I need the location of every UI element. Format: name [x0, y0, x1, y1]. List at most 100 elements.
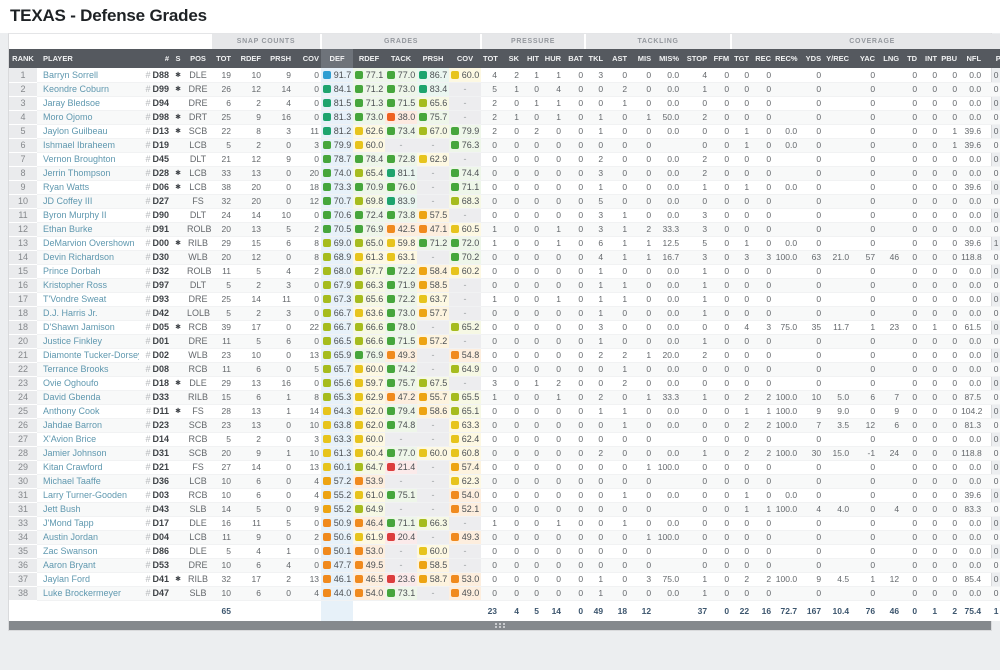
stat-cell: 0	[731, 558, 751, 572]
player-link[interactable]: Jett Bush	[43, 504, 81, 514]
col-header-nfl[interactable]: NFL	[959, 49, 983, 68]
player-link[interactable]: Aaron Bryant	[43, 560, 96, 570]
player-link[interactable]: Ishmael Ibraheem	[43, 140, 115, 150]
col-header-hur[interactable]: HUR	[541, 49, 563, 68]
player-link[interactable]: Jamier Johnson	[43, 448, 107, 458]
jersey-cell: #D32	[139, 264, 171, 278]
stat-cell: 0	[901, 516, 919, 530]
player-link[interactable]: Ovie Oghoufo	[43, 378, 99, 388]
player-link[interactable]: Moro Ojomo	[43, 112, 93, 122]
col-header-prsh[interactable]: PRSH	[417, 49, 449, 68]
stat-cell: 0	[799, 376, 823, 390]
totals-stat-cell: 75.4	[959, 600, 983, 621]
col-header-tot[interactable]: TOT	[211, 49, 233, 68]
horizontal-scrollbar[interactable]	[9, 621, 991, 630]
col-header-int[interactable]: INT	[919, 49, 939, 68]
player-link[interactable]: Jaylan Ford	[43, 574, 90, 584]
player-link[interactable]: Michael Taaffe	[43, 476, 101, 486]
player-link[interactable]: Larry Turner-Gooden	[43, 490, 127, 500]
col-header-rec[interactable]: REC	[751, 49, 773, 68]
stat-cell: 75.0	[653, 572, 681, 586]
player-link[interactable]: Vernon Broughton	[43, 154, 116, 164]
totals-grade-cell	[385, 600, 417, 621]
col-header-tot[interactable]: TOT	[481, 49, 499, 68]
col-header-lng[interactable]: LNG	[877, 49, 901, 68]
col-header-[interactable]: #	[139, 49, 171, 68]
player-link[interactable]: J'Mond Tapp	[43, 518, 94, 528]
player-link[interactable]: X'Avion Brice	[43, 434, 96, 444]
stat-cell: 1	[629, 250, 653, 264]
player-link[interactable]: D.J. Harris Jr.	[43, 308, 98, 318]
grade-value: 59.8	[398, 238, 416, 248]
player-link[interactable]: Jahdae Barron	[43, 420, 102, 430]
col-header-tgt[interactable]: TGT	[731, 49, 751, 68]
col-header-stop[interactable]: STOP	[681, 49, 709, 68]
player-link[interactable]: Anthony Cook	[43, 406, 100, 416]
col-header-yds[interactable]: YDS	[799, 49, 823, 68]
col-header-td[interactable]: TD	[901, 49, 919, 68]
player-link[interactable]: Justice Finkley	[43, 336, 102, 346]
player-link[interactable]: Diamonte Tucker-Dorsey	[43, 350, 139, 360]
player-link[interactable]: David Gbenda	[43, 392, 101, 402]
player-link[interactable]: Prince Dorbah	[43, 266, 101, 276]
col-header-mis[interactable]: MIS%	[653, 49, 681, 68]
col-header-hit[interactable]: HIT	[521, 49, 541, 68]
player-link[interactable]: DeMarvion Overshown	[43, 238, 135, 248]
col-header-rank[interactable]: RANK	[9, 49, 37, 68]
player-link[interactable]: Keondre Coburn	[43, 84, 109, 94]
col-header-pbu[interactable]: PBU	[939, 49, 959, 68]
player-link[interactable]: Barryn Sorrell	[43, 70, 98, 80]
player-link[interactable]: Jaray Bledsoe	[43, 98, 100, 108]
stat-cell: 0.0	[959, 460, 983, 474]
grade-value: 79.9	[462, 126, 480, 136]
stat-cell: 0	[901, 152, 919, 166]
player-link[interactable]: Byron Murphy II	[43, 210, 107, 220]
col-header-rec[interactable]: REC%	[773, 49, 799, 68]
col-header-rdef[interactable]: RDEF	[233, 49, 263, 68]
col-header-yac[interactable]: YAC	[851, 49, 877, 68]
col-header-cov[interactable]: COV	[449, 49, 481, 68]
col-header-pos[interactable]: POS	[185, 49, 211, 68]
stat-cell: 1	[481, 222, 499, 236]
grade-cell: 74.4	[449, 166, 481, 180]
col-header-mis[interactable]: MIS	[629, 49, 653, 68]
player-link[interactable]: Kristopher Ross	[43, 280, 107, 290]
player-link[interactable]: Luke Brockermeyer	[43, 588, 121, 598]
col-header-tkl[interactable]: TKL	[585, 49, 605, 68]
col-header-rdef[interactable]: RDEF	[353, 49, 385, 68]
grade-value: 67.5	[430, 378, 448, 388]
col-header-tack[interactable]: TACK	[385, 49, 417, 68]
player-link[interactable]: JD Coffey III	[43, 196, 92, 206]
player-link[interactable]: Terrance Brooks	[43, 364, 109, 374]
scrollbar-grip-icon[interactable]	[495, 623, 505, 628]
col-header-sk[interactable]: SK	[499, 49, 521, 68]
player-link[interactable]: Jaylon Guilbeau	[43, 126, 108, 136]
col-header-ast[interactable]: AST	[605, 49, 629, 68]
col-header-cov[interactable]: COV	[293, 49, 321, 68]
player-link[interactable]: Ryan Watts	[43, 182, 89, 192]
col-header-yrec[interactable]: Y/REC	[823, 49, 851, 68]
snap-count-cell: 5	[263, 222, 293, 236]
col-header-ffm[interactable]: FFM	[709, 49, 731, 68]
snap-count-cell: 17	[233, 572, 263, 586]
col-header-def[interactable]: DEF	[321, 49, 353, 68]
col-header-bat[interactable]: BAT	[563, 49, 585, 68]
player-link[interactable]: D'Shawn Jamison	[43, 322, 115, 332]
player-link[interactable]: Ethan Burke	[43, 224, 93, 234]
stat-cell: 0	[563, 278, 585, 292]
col-header-prsh[interactable]: PRSH	[263, 49, 293, 68]
stat-cell: 0	[541, 194, 563, 208]
col-header-player[interactable]: PLAYER	[37, 49, 139, 68]
jersey-cell: #D97	[139, 278, 171, 292]
player-link[interactable]: Zac Swanson	[43, 546, 98, 556]
stat-cell: 0 (0)	[983, 264, 1000, 278]
col-header-s[interactable]: S	[171, 49, 185, 68]
player-link[interactable]: Jerrin Thompson	[43, 168, 110, 178]
player-link[interactable]: T'Vondre Sweat	[43, 294, 106, 304]
col-header-pen[interactable]: PEN	[983, 49, 1000, 68]
player-link[interactable]: Kitan Crawford	[43, 462, 103, 472]
player-link[interactable]: Devin Richardson	[43, 252, 114, 262]
player-link[interactable]: Austin Jordan	[43, 532, 98, 542]
grade-value: 46.1	[334, 574, 352, 584]
jersey-number: D23	[152, 420, 169, 430]
